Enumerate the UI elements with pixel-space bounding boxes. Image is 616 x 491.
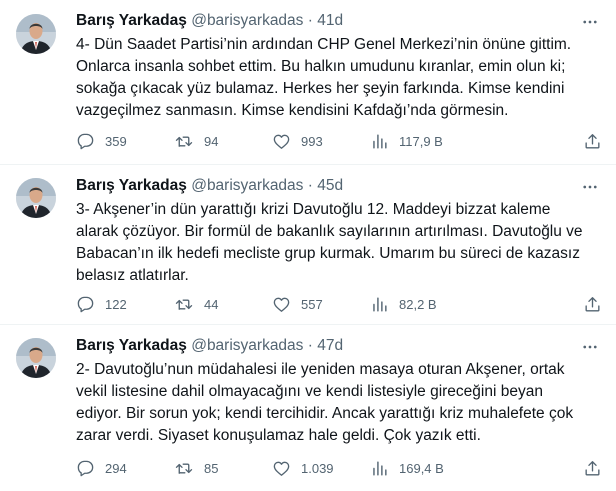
author-handle[interactable]: @barisyarkadas bbox=[191, 12, 303, 29]
tweet-text: 2- Davutoğlu’nun müdahalesi ile yeniden … bbox=[76, 361, 574, 444]
share-button[interactable] bbox=[583, 458, 602, 478]
share-button[interactable] bbox=[583, 131, 602, 151]
tweet-text: 4- Dün Saadet Partisi’nin ardından CHP G… bbox=[76, 36, 572, 119]
avatar[interactable] bbox=[16, 14, 56, 54]
views-count: 169,4 B bbox=[399, 460, 444, 476]
avatar-photo bbox=[16, 338, 56, 378]
more-icon[interactable] bbox=[580, 337, 600, 357]
separator-dot: · bbox=[307, 177, 313, 194]
share-icon bbox=[585, 133, 600, 149]
views-icon bbox=[373, 296, 387, 312]
tweet-body: Barış Yarkadaş @barisyarkadas · 47d 2- D… bbox=[76, 335, 600, 447]
tweet-body: Barış Yarkadaş @barisyarkadas · 41d 4- D… bbox=[76, 10, 600, 122]
reply-icon bbox=[77, 296, 94, 312]
tweet-age[interactable]: 45d bbox=[317, 177, 343, 194]
views-icon bbox=[373, 133, 387, 149]
tweet-header: Barış Yarkadaş @barisyarkadas · 45d bbox=[76, 175, 600, 197]
like-icon bbox=[273, 134, 290, 149]
views-button[interactable]: 82,2 B bbox=[370, 294, 437, 314]
retweet-count: 85 bbox=[204, 460, 219, 476]
reply-button[interactable]: 122 bbox=[76, 294, 127, 314]
like-count: 557 bbox=[301, 296, 323, 312]
like-count: 1.039 bbox=[301, 460, 334, 476]
author-handle[interactable]: @barisyarkadas bbox=[191, 177, 303, 194]
like-button[interactable]: 993 bbox=[272, 131, 323, 151]
separator-dot: · bbox=[307, 337, 313, 354]
reply-icon bbox=[77, 460, 94, 476]
reply-count: 359 bbox=[105, 133, 127, 149]
retweet-button[interactable]: 85 bbox=[174, 458, 218, 478]
tweet-actions: 294 85 1.039 169,4 B bbox=[76, 458, 600, 478]
retweet-button[interactable]: 94 bbox=[174, 131, 218, 151]
views-count: 117,9 B bbox=[399, 133, 443, 149]
share-icon bbox=[585, 296, 600, 312]
author-name[interactable]: Barış Yarkadaş bbox=[76, 12, 187, 29]
retweet-count: 44 bbox=[204, 296, 219, 312]
retweet-button[interactable]: 44 bbox=[174, 294, 218, 314]
retweet-count: 94 bbox=[204, 133, 219, 149]
tweet[interactable]: Barış Yarkadaş @barisyarkadas · 45d 3- A… bbox=[0, 165, 616, 325]
views-button[interactable]: 117,9 B bbox=[370, 131, 443, 151]
more-icon[interactable] bbox=[580, 177, 600, 197]
retweet-icon bbox=[175, 298, 193, 310]
tweet-actions: 359 94 993 117,9 B bbox=[76, 131, 600, 151]
retweet-icon bbox=[175, 135, 193, 147]
tweet[interactable]: Barış Yarkadaş @barisyarkadas · 41d 4- D… bbox=[0, 0, 616, 165]
avatar[interactable] bbox=[16, 178, 56, 218]
avatar[interactable] bbox=[16, 338, 56, 378]
tweet-body: Barış Yarkadaş @barisyarkadas · 45d 3- A… bbox=[76, 175, 600, 287]
like-icon bbox=[273, 461, 290, 476]
tweet-age[interactable]: 47d bbox=[317, 337, 343, 354]
avatar-photo bbox=[16, 14, 56, 54]
like-icon bbox=[273, 297, 290, 312]
separator-dot: · bbox=[307, 12, 313, 29]
reply-icon bbox=[77, 133, 94, 149]
tweet-header: Barış Yarkadaş @barisyarkadas · 47d bbox=[76, 335, 600, 357]
reply-count: 294 bbox=[105, 460, 127, 476]
avatar-photo bbox=[16, 178, 56, 218]
like-button[interactable]: 1.039 bbox=[272, 458, 334, 478]
share-icon bbox=[585, 460, 600, 476]
retweet-icon bbox=[175, 462, 193, 474]
tweet-feed: Barış Yarkadaş @barisyarkadas · 41d 4- D… bbox=[0, 0, 616, 491]
tweet-age[interactable]: 41d bbox=[317, 12, 343, 29]
more-icon[interactable] bbox=[580, 12, 600, 32]
tweet-text: 3- Akşener’in dün yarattığı krizi Davuto… bbox=[76, 201, 583, 284]
like-count: 993 bbox=[301, 133, 323, 149]
tweet-header: Barış Yarkadaş @barisyarkadas · 41d bbox=[76, 10, 600, 32]
views-button[interactable]: 169,4 B bbox=[370, 458, 444, 478]
reply-button[interactable]: 359 bbox=[76, 131, 127, 151]
tweet-actions: 122 44 557 82,2 B bbox=[76, 294, 600, 314]
reply-count: 122 bbox=[105, 296, 127, 312]
tweet[interactable]: Barış Yarkadaş @barisyarkadas · 47d 2- D… bbox=[0, 325, 616, 491]
author-handle[interactable]: @barisyarkadas bbox=[191, 337, 303, 354]
views-count: 82,2 B bbox=[399, 296, 437, 312]
author-name[interactable]: Barış Yarkadaş bbox=[76, 177, 187, 194]
like-button[interactable]: 557 bbox=[272, 294, 323, 314]
reply-button[interactable]: 294 bbox=[76, 458, 127, 478]
views-icon bbox=[373, 460, 387, 476]
share-button[interactable] bbox=[583, 294, 602, 314]
author-name[interactable]: Barış Yarkadaş bbox=[76, 337, 187, 354]
